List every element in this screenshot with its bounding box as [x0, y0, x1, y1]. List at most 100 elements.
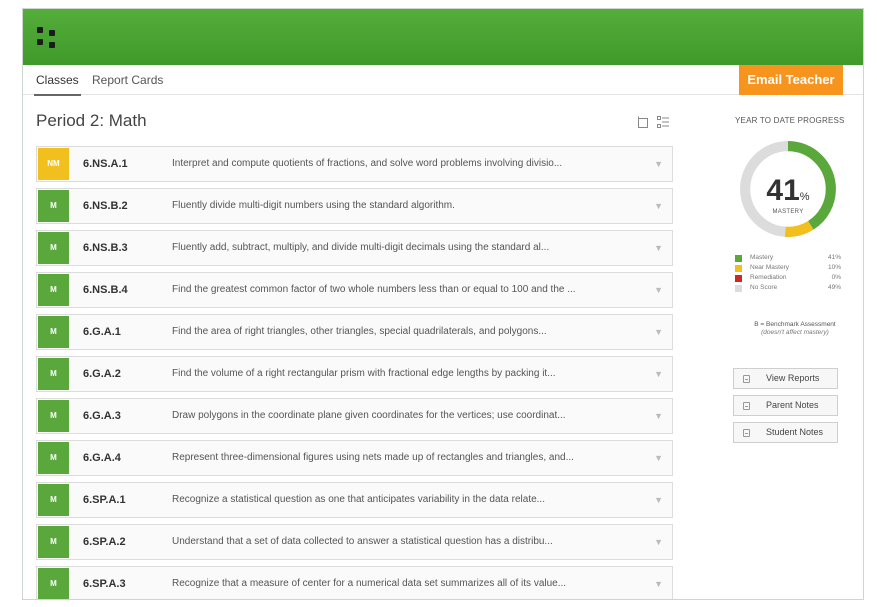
standard-code: 6.G.A.2 [83, 368, 121, 380]
legend-item: No Score 49% [735, 283, 841, 293]
standard-description: Draw polygons in the coordinate plane gi… [172, 410, 566, 421]
side-button-label: View Reports [766, 373, 820, 383]
standard-code: 6.G.A.4 [83, 452, 121, 464]
chevron-down-icon[interactable]: ▼ [654, 525, 663, 559]
mastery-badge: M [38, 274, 69, 306]
standard-description: Recognize that a measure of center for a… [172, 578, 567, 589]
standards-list: NM 6.NS.A.1 Interpret and compute quotient… [36, 146, 673, 599]
standard-row[interactable]: M 6.SP.A.3 Recognize that a measure of cen… [36, 566, 673, 599]
standard-code: 6.SP.A.1 [83, 494, 126, 506]
legend-value: 49% [827, 284, 841, 291]
mastery-badge: M [38, 400, 69, 432]
benchmark-subnote: (doesn't affect mastery) [761, 329, 829, 336]
mastery-badge: M [38, 190, 69, 222]
chevron-down-icon[interactable]: ▼ [654, 567, 663, 599]
standard-code: 6.G.A.3 [83, 410, 121, 422]
chevron-down-icon[interactable]: ▼ [654, 231, 663, 265]
legend-swatch [735, 285, 742, 292]
standard-description: Recognize a statistical question as one … [172, 494, 545, 505]
mastery-percent-value: 41 [766, 174, 800, 207]
chevron-down-icon[interactable]: ▼ [654, 357, 663, 391]
standard-row[interactable]: M 6.G.A.4 Represent three-dimensional figu… [36, 440, 673, 476]
legend-swatch [735, 275, 742, 282]
standard-row[interactable]: M 6.G.A.2 Find the volume of a right recta… [36, 356, 673, 392]
standard-row[interactable]: M 6.NS.B.4 Find the greatest common factor… [36, 272, 673, 308]
standard-code: 6.NS.B.2 [83, 200, 128, 212]
list-view-icon[interactable] [657, 116, 669, 128]
mastery-badge: M [38, 316, 69, 348]
standard-row[interactable]: NM 6.NS.A.1 Interpret and compute quotient… [36, 146, 673, 182]
mastery-percent-sign: % [799, 191, 810, 203]
mastery-badge: M [38, 232, 69, 264]
app-window: Classes Report Cards Email Teacher Perio… [22, 8, 864, 600]
card-view-icon[interactable] [637, 116, 649, 128]
standard-description: Find the greatest common factor of two w… [172, 284, 576, 295]
standard-description: Represent three-dimensional figures usin… [172, 452, 574, 463]
legend-name: Near Mastery [750, 264, 790, 271]
standard-code: 6.NS.B.4 [83, 284, 128, 296]
mastery-badge: M [38, 484, 69, 516]
chevron-down-icon[interactable]: ▼ [654, 189, 663, 223]
standard-description: Fluently add, subtract, multiply, and di… [172, 242, 550, 253]
legend-swatch [735, 265, 742, 272]
mastery-badge: M [38, 358, 69, 390]
tab-classes[interactable]: Classes [34, 65, 81, 96]
top-bar [23, 9, 863, 65]
mastery-badge: M [38, 442, 69, 474]
email-teacher-button[interactable]: Email Teacher [739, 65, 843, 95]
progress-legend: Mastery 41% Near Mastery 10% Remediation 0% No… [735, 253, 841, 293]
standard-description: Interpret and compute quotients of fract… [172, 158, 563, 169]
benchmark-note-text: B = Benchmark Assessment [754, 321, 836, 328]
standard-row[interactable]: M 6.NS.B.2 Fluently divide multi-digit num… [36, 188, 673, 224]
chevron-down-icon[interactable]: ▼ [654, 483, 663, 517]
chevron-down-icon[interactable]: ▼ [654, 147, 663, 181]
document-icon [743, 402, 750, 410]
side-button-label: Student Notes [766, 427, 824, 437]
standard-row[interactable]: M 6.SP.A.2 Understand that a set of data c… [36, 524, 673, 560]
standard-description: Find the volume of a right rectangular p… [172, 368, 556, 379]
view-reports-button[interactable]: View Reports [733, 368, 838, 389]
document-icon [743, 429, 750, 437]
mastery-percent: 41% [737, 174, 839, 208]
legend-value: 0% [831, 274, 841, 281]
legend-value: 41% [827, 254, 841, 261]
legend-item: Mastery 41% [735, 253, 841, 263]
legend-name: No Score [750, 284, 778, 291]
standard-description: Understand that a set of data collected … [172, 536, 553, 547]
mastery-badge: NM [38, 148, 69, 180]
legend-item: Remediation 0% [735, 273, 841, 283]
page-title: Period 2: Math [36, 111, 147, 130]
student-notes-button[interactable]: Student Notes [733, 422, 838, 443]
tab-bar: Classes Report Cards Email Teacher [23, 65, 863, 96]
legend-swatch [735, 255, 742, 262]
main-content: Period 2: Math NM 6.NS.A.1 Interpret and c… [23, 96, 695, 599]
mastery-badge: M [38, 526, 69, 558]
progress-title: YEAR TO DATE PROGRESS [735, 116, 845, 125]
app-logo-icon[interactable] [37, 27, 61, 51]
chevron-down-icon[interactable]: ▼ [654, 399, 663, 433]
view-toggle [637, 116, 669, 128]
mastery-label: MASTERY [772, 209, 804, 215]
standard-row[interactable]: M 6.G.A.3 Draw polygons in the coordinate … [36, 398, 673, 434]
legend-item: Near Mastery 10% [735, 263, 841, 273]
standard-row[interactable]: M 6.NS.B.3 Fluently add, subtract, multipl… [36, 230, 673, 266]
legend-name: Remediation [750, 274, 787, 281]
standard-code: 6.NS.A.1 [83, 158, 128, 170]
standard-code: 6.SP.A.2 [83, 536, 126, 548]
standard-description: Fluently divide multi-digit numbers usin… [172, 200, 455, 211]
benchmark-note: B = Benchmark Assessment (doesn't affect… [731, 321, 859, 337]
standard-code: 6.G.A.1 [83, 326, 121, 338]
chevron-down-icon[interactable]: ▼ [654, 441, 663, 475]
legend-value: 10% [827, 264, 841, 271]
mastery-badge: M [38, 568, 69, 599]
tab-report-cards[interactable]: Report Cards [92, 65, 163, 95]
standard-code: 6.NS.B.3 [83, 242, 128, 254]
standard-row[interactable]: M 6.G.A.1 Find the area of right triangles… [36, 314, 673, 350]
chevron-down-icon[interactable]: ▼ [654, 315, 663, 349]
legend-name: Mastery [750, 254, 774, 261]
standard-row[interactable]: M 6.SP.A.1 Recognize a statistical questio… [36, 482, 673, 518]
parent-notes-button[interactable]: Parent Notes [733, 395, 838, 416]
chevron-down-icon[interactable]: ▼ [654, 273, 663, 307]
document-icon [743, 375, 750, 383]
side-button-label: Parent Notes [766, 400, 819, 410]
